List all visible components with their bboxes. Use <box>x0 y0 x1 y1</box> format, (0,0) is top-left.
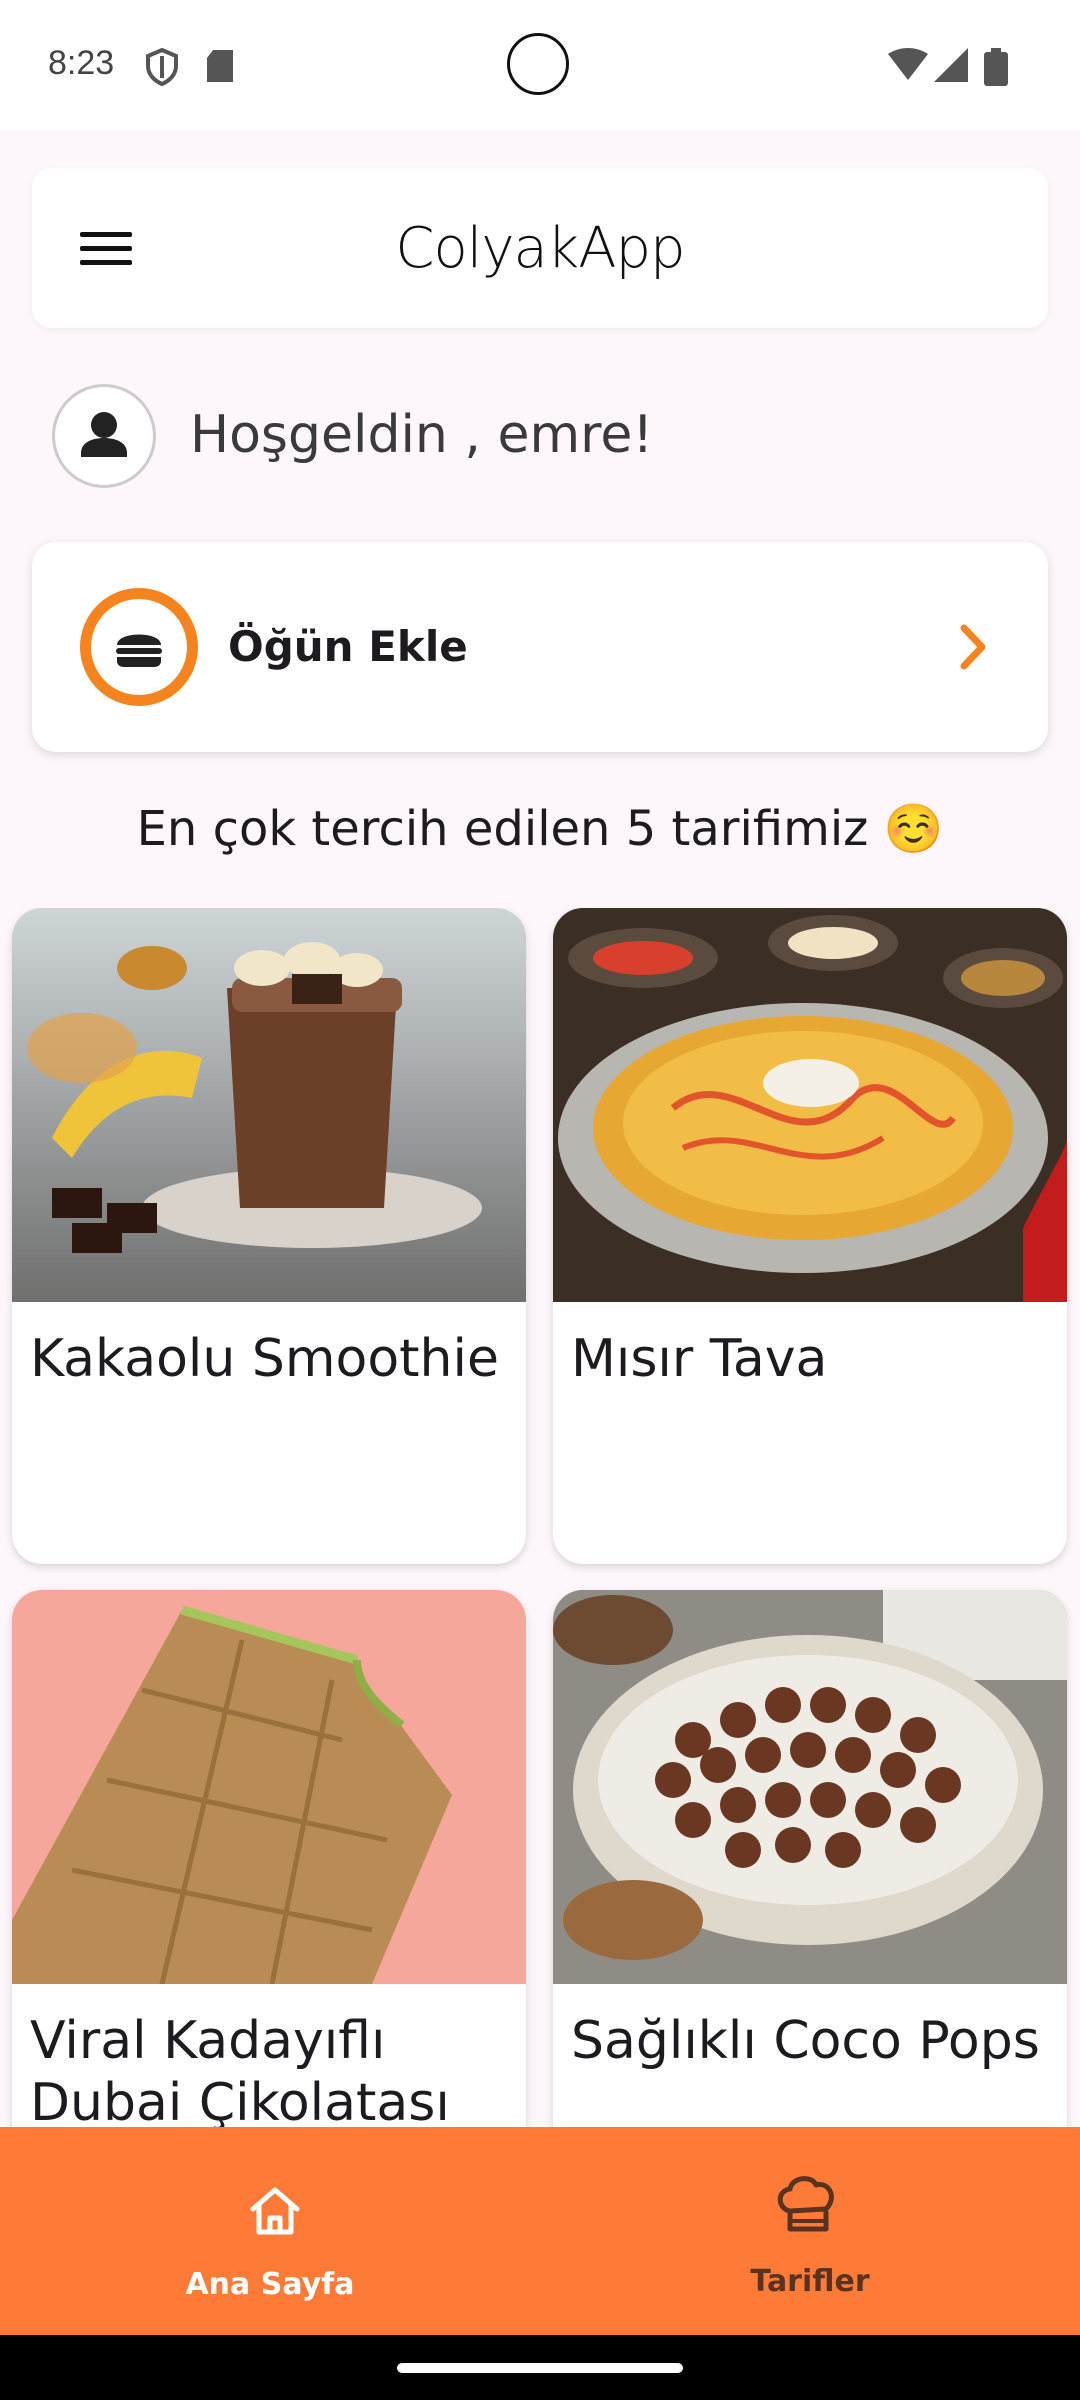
app-bar: ColyakApp <box>32 168 1048 328</box>
nav-recipes-label: Tarifler <box>750 2264 870 2299</box>
app-title: ColyakApp <box>395 216 685 281</box>
wifi-icon <box>888 48 928 80</box>
add-meal-label: Öğün Ekle <box>228 622 468 671</box>
meal-icon-ring <box>80 588 198 706</box>
battery-icon <box>984 48 1008 86</box>
recipe-image-coco-pops <box>553 1590 1067 1984</box>
bottom-navigation: Ana Sayfa Tarifler <box>0 2127 1080 2335</box>
shield-icon <box>146 48 178 86</box>
recipe-image-smoothie <box>12 908 526 1302</box>
recipe-name: Kakaolu Smoothie <box>30 1329 499 1389</box>
recipe-grid: Kakaolu Smoothie Mısır Tava Viral Kadayı… <box>0 908 1080 2128</box>
recipe-card[interactable]: Mısır Tava <box>553 908 1067 1564</box>
burger-icon <box>116 634 162 667</box>
add-meal-card[interactable]: Öğün Ekle <box>32 542 1048 752</box>
nav-home-label: Ana Sayfa <box>185 2267 355 2302</box>
signal-icon <box>934 48 968 82</box>
greeting-text: Hoşgeldin , emre! <box>190 405 654 465</box>
recipe-image-corn-pan <box>553 908 1067 1302</box>
recipe-name: Mısır Tava <box>571 1329 828 1389</box>
recipe-image-dubai-chocolate <box>12 1590 526 1984</box>
nav-home[interactable]: Ana Sayfa <box>0 2127 540 2335</box>
sd-card-icon <box>207 50 233 82</box>
person-icon <box>81 412 127 457</box>
nav-recipes[interactable]: Tarifler <box>540 2127 1080 2335</box>
recipe-name: Viral Kadayıflı Dubai Çikolatası <box>30 2011 450 2128</box>
status-time: 8:23 <box>48 44 115 82</box>
home-icon <box>250 2187 300 2235</box>
recipe-card[interactable]: Kakaolu Smoothie <box>12 908 526 1564</box>
recipe-card[interactable]: Sağlıklı Coco Pops <box>553 1590 1067 2128</box>
avatar[interactable] <box>52 384 156 488</box>
status-bar: 8:23 <box>0 0 1080 130</box>
chef-hat-icon <box>777 2176 834 2232</box>
home-gesture-handle[interactable] <box>397 2363 683 2373</box>
recipe-name: Sağlıklı Coco Pops <box>571 2011 1040 2071</box>
section-title: En çok tercih edilen 5 tarifimiz ☺️ <box>136 801 944 857</box>
recipe-card[interactable]: Viral Kadayıflı Dubai Çikolatası <box>12 1590 526 2128</box>
chevron-right-icon <box>960 624 986 670</box>
camera-cutout <box>507 33 569 95</box>
